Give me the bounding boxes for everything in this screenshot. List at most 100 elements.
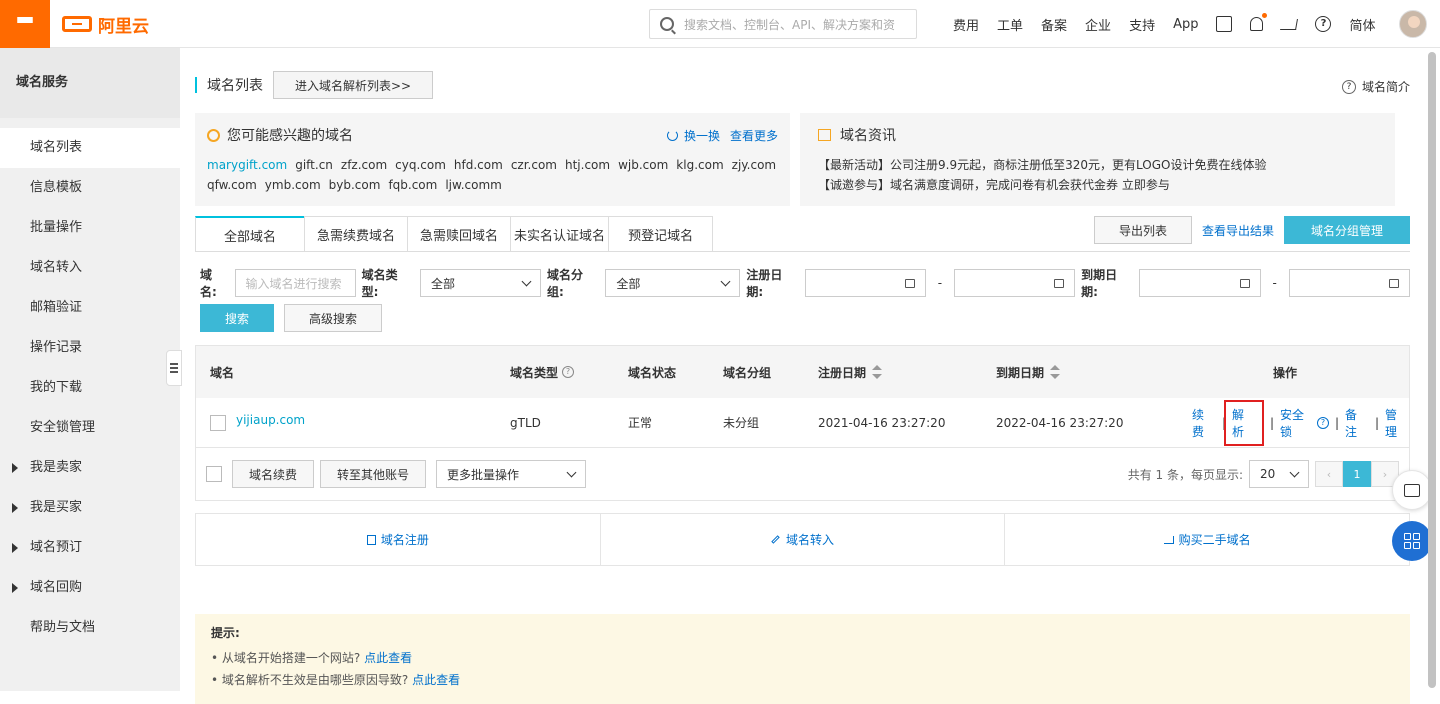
chat-button[interactable] (1392, 470, 1432, 510)
col-reg[interactable]: 注册日期 (818, 346, 883, 398)
suggested-domain[interactable]: gift.cn (295, 158, 333, 172)
suggested-domain[interactable]: byb.com (329, 178, 381, 192)
news-line[interactable]: 【诚邀参与】域名满意度调研，完成问卷有机会获代金券 立即参与 (818, 175, 1383, 195)
help-icon[interactable]: ? (1315, 16, 1332, 32)
logo[interactable]: 阿里云 (62, 12, 149, 37)
suggested-domain[interactable]: marygift.com (207, 158, 287, 172)
renew-link[interactable]: 续费 (1192, 406, 1216, 440)
nav-support[interactable]: 支持 (1129, 15, 1155, 34)
avatar[interactable] (1398, 10, 1427, 38)
nav-icp[interactable]: 备案 (1041, 15, 1067, 34)
nav-ticket[interactable]: 工单 (997, 15, 1023, 34)
goto-dns-button[interactable]: 进入域名解析列表>> (273, 71, 433, 99)
sidebar-item-email-verify[interactable]: 邮箱验证 (0, 288, 180, 328)
note-link[interactable]: 备注 (1345, 406, 1369, 440)
suggested-domain[interactable]: htj.com (565, 158, 610, 172)
sidebar-item-buyer[interactable]: 我是买家 (0, 488, 180, 528)
sort-icon[interactable] (1050, 365, 1061, 379)
bell-icon[interactable] (1250, 13, 1268, 31)
sidebar-collapse-handle[interactable] (166, 350, 182, 386)
tab-renew[interactable]: 急需续费域名 (304, 216, 409, 252)
batch-renew-button[interactable]: 域名续费 (232, 460, 315, 488)
col-exp[interactable]: 到期日期 (996, 346, 1061, 398)
security-lock-link[interactable]: 安全锁 (1280, 406, 1316, 440)
refresh-link[interactable]: 换一换 (684, 127, 720, 144)
suggested-domain[interactable]: cyq.com (395, 158, 446, 172)
terminal-icon[interactable] (1216, 16, 1233, 32)
tab-redeem[interactable]: 急需赎回域名 (407, 216, 512, 252)
sidebar-item-downloads[interactable]: 我的下载 (0, 368, 180, 408)
domain-search-input[interactable]: 输入域名进行搜索 (234, 269, 356, 297)
nav-enterprise[interactable]: 企业 (1085, 15, 1111, 34)
sidebar-item-seller[interactable]: 我是卖家 (0, 448, 180, 488)
sidebar-item-transfer-in[interactable]: 域名转入 (0, 248, 180, 288)
suggested-domain[interactable]: wjb.com (618, 158, 668, 172)
page-number[interactable]: 1 (1343, 461, 1371, 487)
col-status: 域名状态 (628, 365, 677, 380)
sidebar-item-domain-list[interactable]: 域名列表 (0, 128, 180, 168)
export-button[interactable]: 导出列表 (1093, 216, 1192, 244)
resolve-link[interactable]: 解析 (1224, 399, 1264, 446)
export-result-link[interactable]: 查看导出结果 (1202, 222, 1274, 239)
suggested-domain[interactable]: zjy.com (732, 158, 776, 172)
sort-icon[interactable] (872, 365, 883, 379)
suggested-domain[interactable]: hfd.com (454, 158, 503, 172)
sidebar-item-security-lock[interactable]: 安全锁管理 (0, 408, 180, 448)
reg-date-end[interactable] (954, 269, 1076, 297)
page-size-select[interactable]: 20 (1249, 460, 1309, 488)
reg-date-start[interactable] (804, 269, 926, 297)
quick-transfer-in[interactable]: 域名转入 (601, 514, 1006, 565)
sidebar-item-label: 域名预订 (30, 540, 83, 555)
nav-fee[interactable]: 费用 (953, 15, 979, 34)
advanced-search-button[interactable]: 高级搜索 (284, 304, 382, 332)
suggested-domain[interactable]: zfz.com (341, 158, 387, 172)
sidebar-item-help[interactable]: 帮助与文档 (0, 608, 180, 648)
language-switch[interactable]: 简体 (1349, 15, 1375, 34)
group-select[interactable]: 全部 (605, 269, 741, 297)
tip-link[interactable]: 点此查看 (412, 673, 460, 687)
exp-date-start[interactable] (1139, 269, 1261, 297)
suggested-domain[interactable]: ljw.comm (445, 178, 502, 192)
scrollbar-thumb[interactable] (1428, 52, 1436, 688)
tab-all[interactable]: 全部域名 (195, 216, 306, 252)
select-all-checkbox[interactable] (206, 466, 222, 482)
tip-link[interactable]: 点此查看 (364, 651, 412, 665)
suggested-domain[interactable]: ymb.com (265, 178, 321, 192)
transfer-account-button[interactable]: 转至其他账号 (320, 460, 427, 488)
quick-register[interactable]: 域名注册 (196, 514, 601, 565)
group-manage-button[interactable]: 域名分组管理 (1283, 216, 1410, 244)
sidebar-item-reserve[interactable]: 域名预订 (0, 528, 180, 568)
suggested-domain[interactable]: klg.com (676, 158, 723, 172)
type-select[interactable]: 全部 (419, 269, 542, 297)
domain-intro-link[interactable]: ? 域名简介 (1341, 78, 1410, 95)
scrollbar[interactable] (1428, 52, 1436, 688)
nav-app[interactable]: App (1173, 17, 1198, 32)
row-select[interactable] (210, 398, 226, 447)
row-checkbox[interactable] (210, 414, 226, 431)
tab-preregister[interactable]: 预登记域名 (608, 216, 714, 252)
exp-date-end[interactable] (1288, 269, 1410, 297)
search-button[interactable]: 搜索 (200, 304, 274, 332)
suggested-domain[interactable]: czr.com (511, 158, 557, 172)
menu-button[interactable] (0, 0, 50, 48)
more-link[interactable]: 查看更多 (730, 127, 778, 144)
row-domain[interactable]: yijiaup.com (236, 398, 305, 442)
prev-page-button[interactable]: ‹ (1315, 461, 1343, 487)
sidebar-item-batch[interactable]: 批量操作 (0, 208, 180, 248)
app-grid-button[interactable] (1392, 521, 1432, 561)
more-batch-select[interactable]: 更多批量操作 (436, 460, 587, 488)
news-line[interactable]: 【最新活动】公司注册9.9元起，商标注册低至320元，更有LOGO设计免费在线体… (818, 155, 1383, 175)
cart-icon[interactable] (1280, 18, 1299, 30)
help-icon[interactable]: ? (1316, 416, 1329, 429)
manage-link[interactable]: 管理 (1385, 406, 1409, 440)
suggested-domain[interactable]: fqb.com (388, 178, 437, 192)
help-icon[interactable]: ? (562, 366, 575, 378)
sidebar-item-op-log[interactable]: 操作记录 (0, 328, 180, 368)
suggested-domain[interactable]: qfw.com (207, 178, 257, 192)
sidebar-item-info-template[interactable]: 信息模板 (0, 168, 180, 208)
quick-buy-second[interactable]: 购买二手域名 (1005, 514, 1409, 565)
sidebar-item-buyback[interactable]: 域名回购 (0, 568, 180, 608)
search-input[interactable]: 搜索文档、控制台、API、解决方案和资 (649, 9, 917, 39)
interest-title: 您可能感兴趣的域名 (227, 128, 353, 144)
tab-unverified[interactable]: 未实名认证域名 (510, 216, 610, 252)
